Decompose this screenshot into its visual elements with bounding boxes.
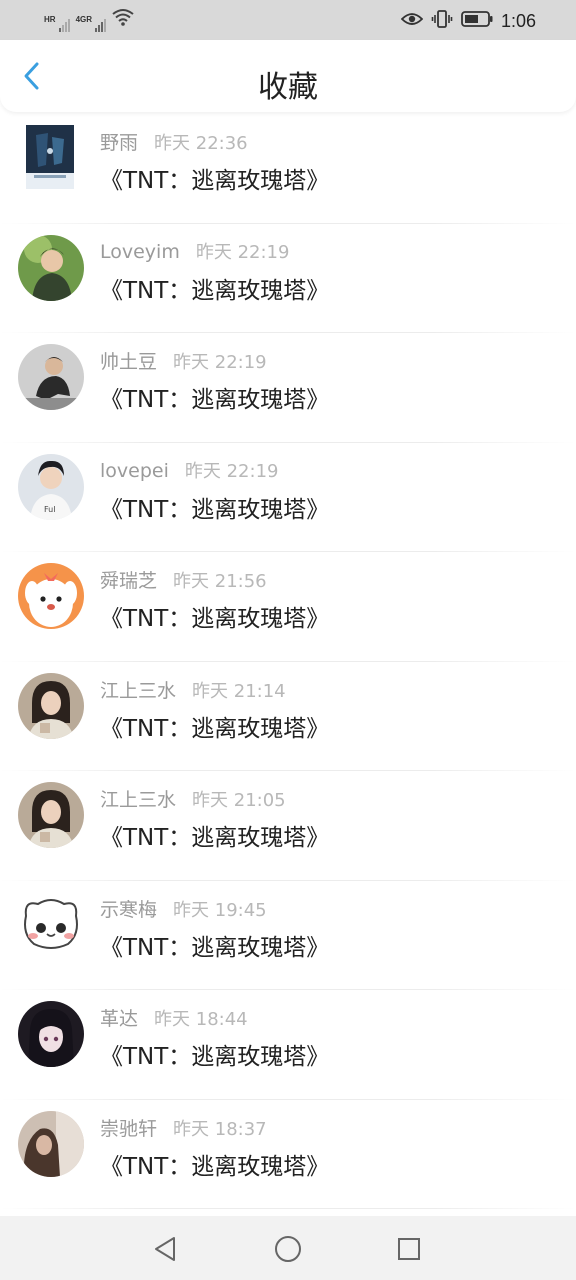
book-title[interactable]: 《TNT：逃离玫瑰塔》 — [100, 490, 329, 524]
book-title[interactable]: 《TNT：逃离玫瑰塔》 — [100, 1147, 329, 1181]
sim2-label: 4GR — [75, 15, 93, 24]
avatar[interactable] — [18, 563, 84, 629]
status-right: 1:06 — [400, 9, 536, 34]
timestamp: 昨天 22:19 — [184, 460, 279, 482]
book-title[interactable]: 《TNT：逃离玫瑰塔》 — [100, 1037, 329, 1071]
list-item[interactable]: 示寒梅 昨天 19:45 《TNT：逃离玫瑰塔》 — [0, 881, 576, 990]
list-item[interactable]: Loveyim 昨天 22:19 《TNT：逃离玫瑰塔》 — [0, 224, 576, 333]
username[interactable]: 舜瑞芝 — [100, 566, 157, 593]
sim2-signal: 4GR — [75, 15, 107, 32]
item-meta: 江上三水 昨天 21:14 — [100, 676, 286, 703]
username[interactable]: 革达 — [100, 1004, 138, 1031]
page-title: 收藏 — [258, 70, 318, 105]
item-meta: 舜瑞芝 昨天 21:56 — [100, 566, 267, 593]
vibrate-icon — [431, 9, 453, 34]
username[interactable]: 江上三水 — [100, 785, 176, 812]
nav-back-button[interactable] — [148, 1232, 182, 1266]
signal-group: HR 4GR — [44, 8, 134, 32]
signal-bars-icon — [58, 16, 70, 32]
timestamp: 昨天 22:19 — [173, 352, 267, 373]
username[interactable]: 崇驰轩 — [100, 1114, 157, 1141]
book-title[interactable]: 《TNT：逃离玫瑰塔》 — [100, 928, 329, 962]
signal-bars-icon — [95, 16, 107, 32]
timestamp: 昨天 21:56 — [173, 571, 267, 592]
sim1-label: HR — [44, 15, 56, 24]
favorites-list: 野雨 昨天 22:36 《TNT：逃离玫瑰塔》 Loveyim 昨天 22:19… — [0, 114, 576, 1209]
book-title[interactable]: 《TNT：逃离玫瑰塔》 — [100, 380, 329, 414]
item-meta: Loveyim 昨天 22:19 — [100, 238, 289, 264]
clock-time: 1:06 — [500, 11, 536, 31]
list-item[interactable]: 帅土豆 昨天 22:19 《TNT：逃离玫瑰塔》 — [0, 333, 576, 443]
book-title[interactable]: 《TNT：逃离玫瑰塔》 — [100, 271, 329, 305]
avatar[interactable]: Ful — [18, 453, 84, 520]
timestamp: 昨天 18:37 — [173, 1118, 267, 1140]
book-title[interactable]: 《TNT：逃离玫瑰塔》 — [100, 709, 329, 743]
avatar[interactable] — [18, 1110, 84, 1177]
avatar[interactable] — [18, 344, 84, 410]
nav-recents-button[interactable] — [392, 1232, 426, 1266]
timestamp: 昨天 22:19 — [195, 241, 290, 263]
wifi-icon — [112, 8, 134, 31]
timestamp: 昨天 21:05 — [192, 790, 286, 811]
status-bar: HR 4GR 1:06 — [0, 0, 576, 40]
book-title[interactable]: 《TNT：逃离玫瑰塔》 — [100, 818, 329, 852]
avatar[interactable] — [18, 672, 84, 739]
back-triangle-icon — [155, 1237, 175, 1261]
list-item[interactable]: 野雨 昨天 22:36 《TNT：逃离玫瑰塔》 — [0, 114, 576, 224]
item-meta: 示寒梅 昨天 19:45 — [100, 895, 267, 922]
avatar[interactable] — [18, 234, 84, 301]
nav-home-button[interactable] — [271, 1232, 305, 1266]
svg-text:Ful: Ful — [44, 505, 55, 514]
username[interactable]: 江上三水 — [100, 676, 176, 703]
avatar[interactable] — [18, 782, 84, 848]
top-navigation-bar: 收藏 — [0, 40, 576, 112]
eye-icon — [400, 11, 424, 32]
timestamp: 昨天 18:44 — [154, 1009, 248, 1030]
username[interactable]: Loveyim — [100, 241, 180, 263]
sim1-signal: HR — [44, 16, 70, 32]
timestamp: 昨天 21:14 — [192, 680, 286, 702]
username[interactable]: 帅土豆 — [100, 347, 157, 374]
avatar[interactable] — [18, 891, 84, 958]
list-item[interactable]: 江上三水 昨天 21:14 《TNT：逃离玫瑰塔》 — [0, 662, 576, 771]
recents-square-icon — [398, 1238, 420, 1260]
book-title[interactable]: 《TNT：逃离玫瑰塔》 — [100, 161, 329, 195]
username[interactable]: lovepei — [100, 460, 169, 482]
list-item[interactable]: 革达 昨天 18:44 《TNT：逃离玫瑰塔》 — [0, 990, 576, 1100]
username[interactable]: 野雨 — [100, 128, 138, 155]
list-item[interactable]: Ful lovepei 昨天 22:19 《TNT：逃离玫瑰塔》 — [0, 443, 576, 552]
book-title[interactable]: 《TNT：逃离玫瑰塔》 — [100, 599, 329, 633]
timestamp: 昨天 22:36 — [154, 133, 248, 154]
system-navigation-bar — [0, 1216, 576, 1280]
avatar[interactable] — [26, 125, 74, 189]
home-circle-icon — [275, 1236, 301, 1262]
item-meta: 革达 昨天 18:44 — [100, 1004, 248, 1031]
timestamp: 昨天 19:45 — [173, 899, 267, 921]
item-meta: 崇驰轩 昨天 18:37 — [100, 1114, 267, 1141]
battery-icon — [461, 10, 493, 33]
item-meta: 江上三水 昨天 21:05 — [100, 785, 286, 812]
list-item[interactable]: 崇驰轩 昨天 18:37 《TNT：逃离玫瑰塔》 — [0, 1100, 576, 1209]
list-item[interactable]: 舜瑞芝 昨天 21:56 《TNT：逃离玫瑰塔》 — [0, 552, 576, 662]
username[interactable]: 示寒梅 — [100, 895, 157, 922]
list-item[interactable]: 江上三水 昨天 21:05 《TNT：逃离玫瑰塔》 — [0, 771, 576, 881]
item-meta: 野雨 昨天 22:36 — [100, 128, 248, 155]
avatar[interactable] — [18, 1001, 84, 1067]
item-meta: lovepei 昨天 22:19 — [100, 457, 278, 483]
item-meta: 帅土豆 昨天 22:19 — [100, 347, 267, 374]
divider — [0, 1208, 576, 1209]
